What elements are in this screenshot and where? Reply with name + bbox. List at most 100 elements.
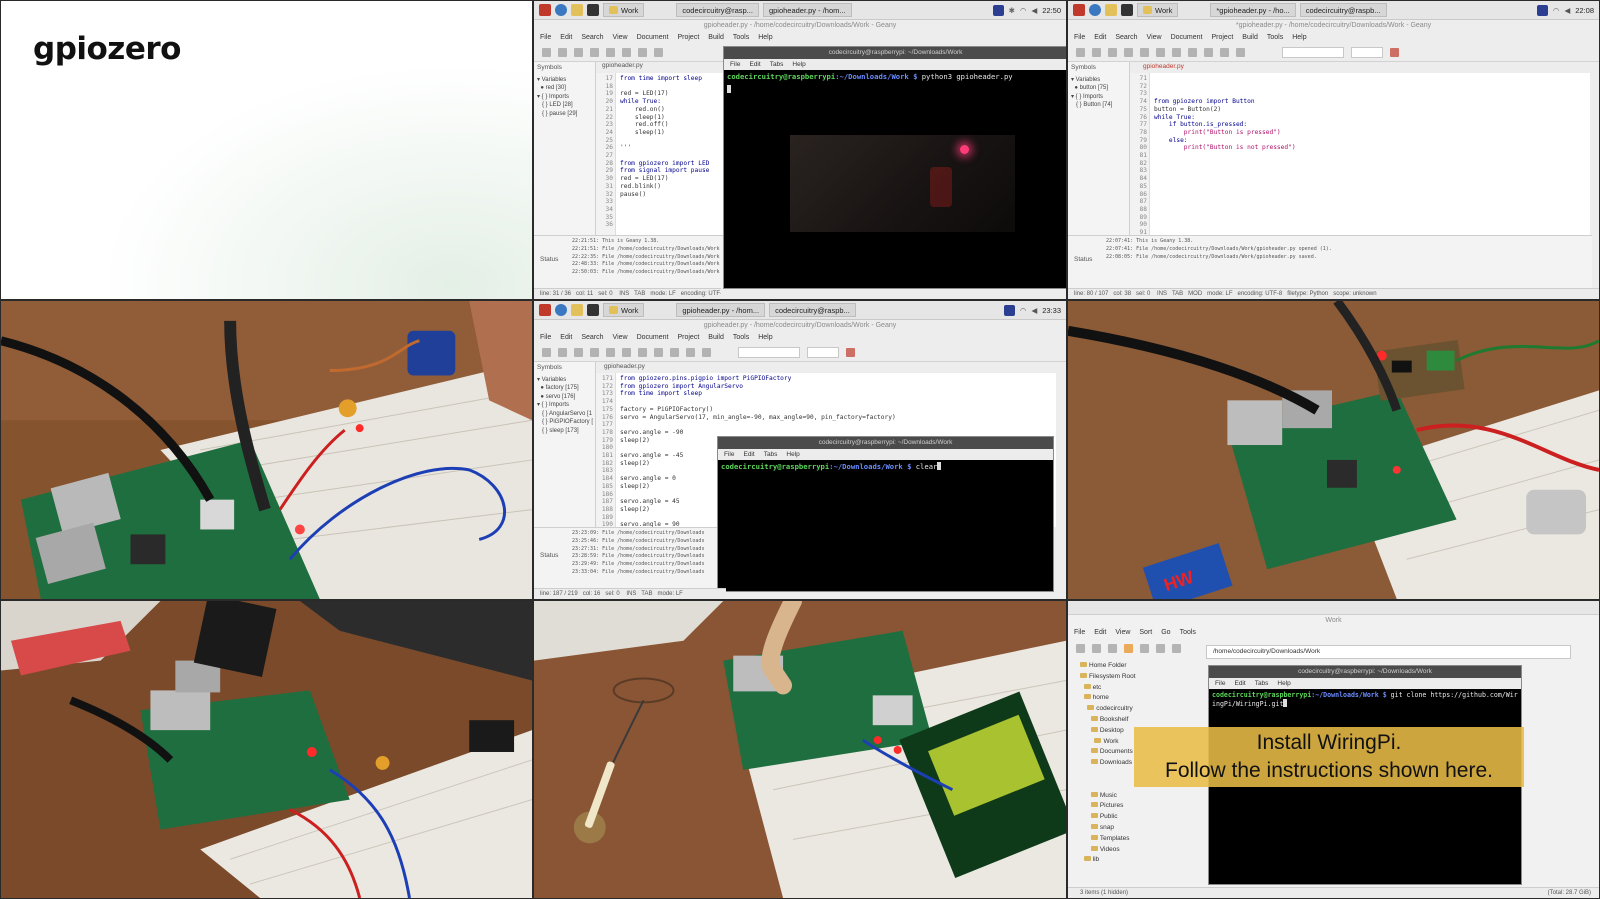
terminal-menu-help[interactable]: Help xyxy=(786,449,799,460)
forward-icon[interactable] xyxy=(1188,48,1197,57)
folder-tree-item[interactable]: home xyxy=(1080,693,1200,704)
menu-search[interactable]: Search xyxy=(581,332,603,344)
symbol-item[interactable]: ▾ { } Imports xyxy=(1071,93,1126,102)
folder-tree-item[interactable]: etc xyxy=(1080,683,1200,694)
folder-tree-item[interactable]: Music xyxy=(1080,791,1200,802)
build-icon[interactable] xyxy=(1220,48,1229,57)
volume-icon[interactable]: ◀ xyxy=(1031,306,1037,315)
back-icon[interactable] xyxy=(638,48,647,57)
terminal-menu-edit[interactable]: Edit xyxy=(1234,678,1245,689)
symbol-item[interactable]: { } sleep [173] xyxy=(537,427,592,436)
close-icon[interactable] xyxy=(622,48,631,57)
save-all-icon[interactable] xyxy=(590,48,599,57)
menu-search[interactable]: Search xyxy=(1115,32,1137,44)
terminal-menu-file[interactable]: File xyxy=(730,59,740,70)
close-icon[interactable] xyxy=(622,348,631,357)
menu-view[interactable]: View xyxy=(1147,32,1162,44)
menu-project[interactable]: Project xyxy=(677,332,699,344)
wifi-icon[interactable]: ◠ xyxy=(1553,6,1560,15)
menu-tools[interactable]: Tools xyxy=(1267,32,1283,44)
menu-build[interactable]: Build xyxy=(1242,32,1258,44)
vnc-icon[interactable] xyxy=(1536,4,1548,16)
code-editor[interactable]: 71 72 73 74 75 76 77 78 79 80 81 82 83 84 85 86 87 88 89 90… xyxy=(1130,73,1590,244)
volume-icon[interactable]: ◀ xyxy=(1564,6,1570,15)
taskbar-workspace[interactable]: Work xyxy=(603,303,645,317)
taskbar-task-geany[interactable]: *gpioheader.py - /ho... xyxy=(1210,3,1296,17)
new-file-icon[interactable] xyxy=(542,348,551,357)
symbol-item[interactable]: ▾ Variables xyxy=(1071,76,1126,85)
folder-tree-item[interactable]: codecircuitry xyxy=(1080,704,1200,715)
menu-search[interactable]: Search xyxy=(581,32,603,44)
taskbar-task-terminal[interactable]: codecircuitry@raspb... xyxy=(1299,3,1387,17)
menu-edit[interactable]: Edit xyxy=(1094,32,1106,44)
symbol-item[interactable]: { } AngularServo [1 xyxy=(537,410,592,419)
close-icon[interactable] xyxy=(1156,48,1165,57)
taskbar-workspace[interactable]: Work xyxy=(1137,3,1179,17)
menu-file[interactable]: File xyxy=(1074,627,1085,639)
menu-edit[interactable]: Edit xyxy=(1094,627,1106,639)
symbol-item[interactable]: { } PiGPIOFactory [ xyxy=(537,418,593,427)
terminal-window[interactable]: codecircuitry@raspberrypi: ~/Downloads/W… xyxy=(717,436,1054,592)
save-all-icon[interactable] xyxy=(1124,48,1133,57)
run-icon[interactable] xyxy=(1236,48,1245,57)
menu-file[interactable]: File xyxy=(540,32,551,44)
symbol-item[interactable]: ▾ { } Imports xyxy=(537,401,592,410)
wifi-icon[interactable]: ◠ xyxy=(1020,6,1027,15)
menu-edit[interactable]: Edit xyxy=(560,332,572,344)
back-icon[interactable] xyxy=(1140,643,1149,653)
menu-build[interactable]: Build xyxy=(708,332,724,344)
back-icon[interactable] xyxy=(638,348,647,357)
raspberry-menu-icon[interactable] xyxy=(1073,4,1085,16)
revert-icon[interactable] xyxy=(606,48,615,57)
folder-tree-item[interactable]: Bookshelf xyxy=(1080,715,1200,726)
menu-file[interactable]: File xyxy=(540,332,551,344)
editor-tab[interactable]: gpioheader.py xyxy=(602,62,643,69)
terminal-menu-tabs[interactable]: Tabs xyxy=(1255,678,1269,689)
run-icon[interactable] xyxy=(702,348,711,357)
wifi-icon[interactable]: ◠ xyxy=(1020,306,1027,315)
symbol-item[interactable]: ● servo [176] xyxy=(537,393,592,402)
menu-tools[interactable]: Tools xyxy=(1180,627,1196,639)
forward-icon[interactable] xyxy=(654,348,663,357)
folder-tree-item[interactable]: lib xyxy=(1080,855,1200,866)
folder-tree-item[interactable]: Filesystem Root xyxy=(1080,672,1200,683)
menu-help[interactable]: Help xyxy=(758,332,772,344)
terminal-icon[interactable] xyxy=(1121,4,1133,16)
symbol-item[interactable]: { } Button [74] xyxy=(1071,101,1126,110)
volume-icon[interactable]: ◀ xyxy=(1031,6,1037,15)
folder-tree-item[interactable]: Templates xyxy=(1080,834,1200,845)
goto-line-input[interactable] xyxy=(1351,47,1383,58)
menu-go[interactable]: Go xyxy=(1161,627,1170,639)
editor-tab[interactable]: gpioheader.py xyxy=(604,363,645,370)
menu-edit[interactable]: Edit xyxy=(560,32,572,44)
menu-file[interactable]: File xyxy=(1074,32,1085,44)
revert-icon[interactable] xyxy=(1140,48,1149,57)
taskbar-task-geany[interactable]: gpioheader.py - /hom... xyxy=(762,3,852,17)
terminal-menu-file[interactable]: File xyxy=(724,449,734,460)
home-icon[interactable] xyxy=(1124,643,1133,653)
open-file-icon[interactable] xyxy=(558,48,567,57)
menu-help[interactable]: Help xyxy=(1292,32,1306,44)
terminal-icon[interactable] xyxy=(587,304,599,316)
save-icon[interactable] xyxy=(574,348,583,357)
quit-icon[interactable] xyxy=(1390,48,1399,57)
menu-project[interactable]: Project xyxy=(677,32,699,44)
list-view-icon[interactable] xyxy=(1108,643,1117,653)
menu-build[interactable]: Build xyxy=(708,32,724,44)
build-icon[interactable] xyxy=(686,348,695,357)
folder-icon[interactable] xyxy=(1105,4,1117,16)
menu-view[interactable]: View xyxy=(1115,627,1130,639)
taskbar-workspace[interactable]: Work xyxy=(603,3,645,17)
terminal-menu-edit[interactable]: Edit xyxy=(743,449,754,460)
compile-icon[interactable] xyxy=(1204,48,1213,57)
menu-document[interactable]: Document xyxy=(1171,32,1203,44)
terminal-menu-tabs[interactable]: Tabs xyxy=(764,449,778,460)
raspberry-menu-icon[interactable] xyxy=(539,4,551,16)
symbol-item[interactable]: { } LED [28] xyxy=(537,101,592,110)
up-icon[interactable] xyxy=(1172,643,1181,653)
folder-tree-item[interactable]: Public xyxy=(1080,812,1200,823)
editor-tab[interactable]: gpioheader.py xyxy=(1143,63,1184,70)
symbol-item[interactable]: ▾ Variables xyxy=(537,76,592,85)
terminal-menu-help[interactable]: Help xyxy=(1277,678,1290,689)
menu-document[interactable]: Document xyxy=(637,32,669,44)
